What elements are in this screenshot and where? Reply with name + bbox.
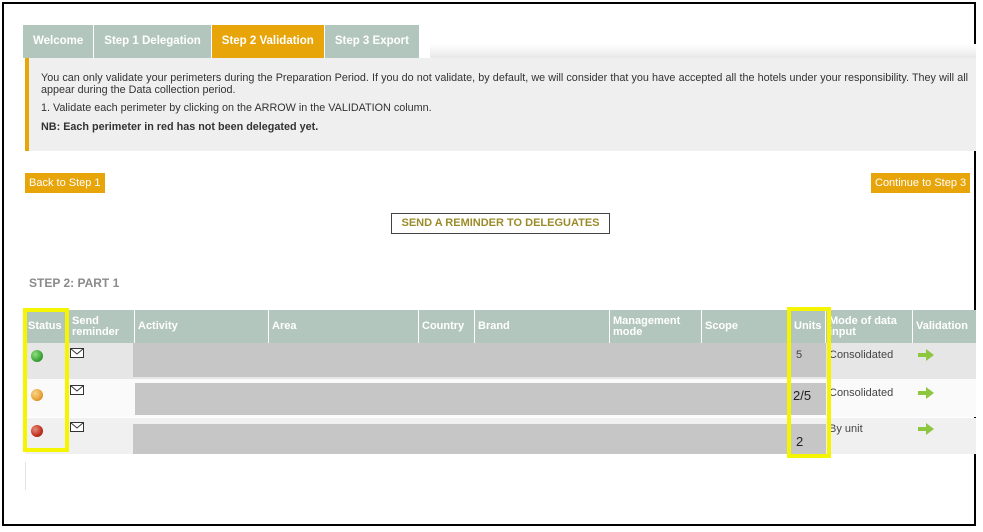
tab-strip-background [430, 44, 976, 58]
col-mode-of-data-input: Mode of data input [826, 310, 913, 343]
tab-step2-validation[interactable]: Step 2 Validation [211, 25, 325, 58]
tab-step3-export[interactable]: Step 3 Export [324, 25, 420, 58]
col-country: Country [419, 310, 475, 343]
row-data-bar [133, 343, 790, 377]
col-validation: Validation [916, 320, 968, 332]
instructions-text: You can only validate your perimeters du… [41, 72, 968, 96]
green-arrow-icon[interactable] [918, 423, 934, 435]
tab-welcome[interactable]: Welcome [23, 25, 95, 58]
continue-to-step3-button[interactable]: Continue to Step 3 [871, 173, 971, 193]
envelope-icon[interactable] [70, 385, 84, 395]
instructions-note: NB: Each perimeter in red has not been d… [41, 121, 319, 133]
section-title: STEP 2: PART 1 [29, 276, 120, 290]
instructions-step: 1. Validate each perimeter by clicking o… [41, 102, 432, 114]
table-row: 5 Consolidated [25, 343, 976, 379]
table-header: Status Send reminder Activity Area Count… [25, 310, 976, 343]
envelope-icon[interactable] [70, 422, 84, 432]
table-row: 2 By unit [25, 418, 976, 454]
col-send-reminder: Send reminder [69, 310, 135, 343]
step-tabs: Welcome Step 1 Delegation Step 2 Validat… [23, 25, 420, 58]
col-activity: Activity [135, 310, 269, 343]
units-column-highlight [787, 307, 831, 458]
row-data-bar [135, 383, 790, 415]
divider [25, 462, 26, 490]
col-management-mode: Management mode [610, 310, 702, 343]
instructions-panel: You can only validate your perimeters du… [25, 58, 976, 151]
send-reminder-button[interactable]: SEND A REMINDER TO DELEGUATES [391, 213, 610, 234]
col-scope: Scope [702, 310, 791, 343]
green-arrow-icon[interactable] [918, 387, 934, 399]
col-area: Area [269, 310, 419, 343]
envelope-icon[interactable] [70, 348, 84, 358]
table-row: 2/5 Consolidated [25, 379, 976, 417]
mode-of-data-input-value: By unit [829, 423, 863, 435]
row-data-bar [133, 424, 790, 454]
green-arrow-icon[interactable] [918, 349, 934, 361]
status-column-highlight [23, 308, 69, 452]
mode-of-data-input-value: Consolidated [829, 349, 894, 361]
mode-of-data-input-value: Consolidated [829, 387, 894, 399]
back-to-step1-button[interactable]: Back to Step 1 [25, 173, 105, 193]
tab-step1-delegation[interactable]: Step 1 Delegation [94, 25, 212, 58]
col-brand: Brand [475, 310, 610, 343]
